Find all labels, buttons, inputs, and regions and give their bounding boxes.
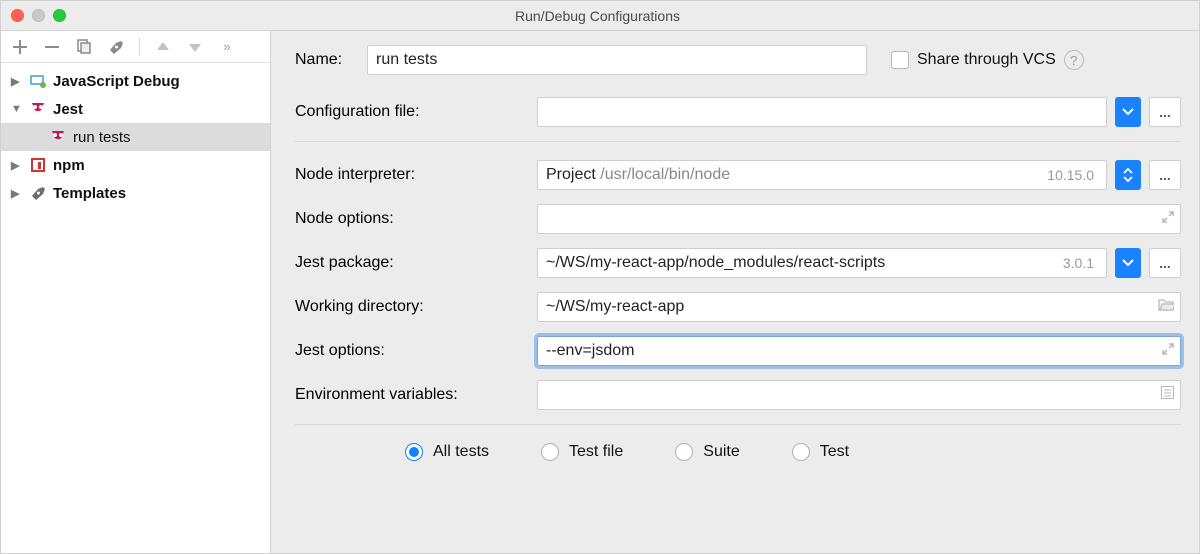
wrench-icon	[29, 184, 47, 202]
list-icon[interactable]	[1161, 386, 1174, 404]
node-interpreter-label: Node interpreter:	[295, 166, 525, 184]
close-icon[interactable]	[11, 9, 24, 22]
caret-right-icon: ▶	[11, 187, 23, 200]
radio-label: Test	[820, 443, 849, 461]
radio-suite[interactable]: Suite	[675, 443, 739, 461]
name-value: run tests	[376, 51, 437, 69]
jest-icon	[49, 128, 67, 146]
test-scope-radios: All tests Test file Suite Test	[295, 443, 1181, 461]
caret-down-icon: ▼	[11, 103, 23, 115]
tree-label: Jest	[53, 101, 83, 118]
config-file-input[interactable]	[537, 97, 1107, 127]
jest-package-browse-button[interactable]: ...	[1149, 248, 1181, 278]
share-vcs-label: Share through VCS	[917, 51, 1056, 69]
config-form: Name: run tests Share through VCS ? Conf…	[271, 31, 1199, 553]
node-interpreter-stepper[interactable]	[1115, 160, 1141, 190]
divider	[295, 424, 1181, 425]
expand-icon[interactable]	[1162, 210, 1174, 228]
overflow-icon[interactable]: »	[218, 38, 236, 56]
working-dir-value: ~/WS/my-react-app	[546, 298, 684, 316]
move-down-icon[interactable]	[186, 38, 204, 56]
tree-item-javascript-debug[interactable]: ▶ JavaScript Debug	[1, 67, 270, 95]
toolbar-separator	[139, 38, 140, 56]
folder-open-icon[interactable]	[1158, 298, 1174, 316]
radio-dot-icon	[675, 443, 693, 461]
radio-test[interactable]: Test	[792, 443, 849, 461]
node-interpreter-path: /usr/local/bin/node	[600, 166, 730, 184]
node-options-label: Node options:	[295, 210, 525, 228]
node-interpreter-version: 10.15.0	[1047, 167, 1098, 183]
working-dir-input[interactable]: ~/WS/my-react-app	[537, 292, 1181, 322]
jest-options-value: --env=jsdom	[546, 342, 634, 360]
tree-label: run tests	[73, 129, 131, 146]
radio-dot-icon	[405, 443, 423, 461]
minimize-icon[interactable]	[32, 9, 45, 22]
divider	[295, 141, 1181, 142]
remove-icon[interactable]	[43, 38, 61, 56]
config-file-browse-button[interactable]: ...	[1149, 97, 1181, 127]
copy-icon[interactable]	[75, 38, 93, 56]
node-interpreter-select[interactable]: Project /usr/local/bin/node 10.15.0	[537, 160, 1107, 190]
env-vars-label: Environment variables:	[295, 386, 525, 404]
radio-test-file[interactable]: Test file	[541, 443, 623, 461]
name-input[interactable]: run tests	[367, 45, 867, 75]
radio-dot-icon	[541, 443, 559, 461]
env-vars-input[interactable]	[537, 380, 1181, 410]
run-debug-config-window: Run/Debug Configurations	[0, 0, 1200, 554]
tree-item-templates[interactable]: ▶ Templates	[1, 179, 270, 207]
js-debug-icon	[29, 72, 47, 90]
window-title: Run/Debug Configurations	[66, 8, 1129, 24]
node-interpreter-prefix: Project	[546, 166, 596, 184]
caret-right-icon: ▶	[11, 159, 23, 172]
tree-label: npm	[53, 157, 85, 174]
caret-right-icon: ▶	[11, 75, 23, 88]
tree-item-npm[interactable]: ▶ npm	[1, 151, 270, 179]
share-vcs-checkbox[interactable]	[891, 51, 909, 69]
jest-icon	[29, 100, 47, 118]
radio-dot-icon	[792, 443, 810, 461]
config-tree: ▶ JavaScript Debug ▼ Jest	[1, 63, 270, 553]
help-icon[interactable]: ?	[1064, 50, 1084, 70]
working-dir-label: Working directory:	[295, 298, 525, 316]
jest-package-version: 3.0.1	[1063, 255, 1098, 271]
jest-package-input[interactable]: ~/WS/my-react-app/node_modules/react-scr…	[537, 248, 1107, 278]
radio-label: All tests	[433, 443, 489, 461]
add-icon[interactable]	[11, 38, 29, 56]
radio-all-tests[interactable]: All tests	[405, 443, 489, 461]
tree-item-run-tests[interactable]: run tests	[1, 123, 270, 151]
radio-label: Suite	[703, 443, 739, 461]
tree-item-jest[interactable]: ▼ Jest	[1, 95, 270, 123]
zoom-icon[interactable]	[53, 9, 66, 22]
titlebar: Run/Debug Configurations	[1, 1, 1199, 31]
settings-icon[interactable]	[107, 38, 125, 56]
node-options-input[interactable]	[537, 204, 1181, 234]
npm-icon	[29, 156, 47, 174]
node-interpreter-browse-button[interactable]: ...	[1149, 160, 1181, 190]
expand-icon[interactable]	[1162, 342, 1174, 360]
jest-package-label: Jest package:	[295, 254, 525, 272]
name-label: Name:	[295, 51, 355, 69]
tree-label: Templates	[53, 185, 126, 202]
config-file-dropdown[interactable]	[1115, 97, 1141, 127]
config-sidebar: » ▶ JavaScript Debug ▼ Jest	[1, 31, 271, 553]
jest-package-dropdown[interactable]	[1115, 248, 1141, 278]
window-controls	[11, 9, 66, 22]
jest-options-input[interactable]: --env=jsdom	[537, 336, 1181, 366]
config-file-label: Configuration file:	[295, 103, 525, 121]
sidebar-toolbar: »	[1, 31, 270, 63]
tree-label: JavaScript Debug	[53, 73, 180, 90]
radio-label: Test file	[569, 443, 623, 461]
jest-options-label: Jest options:	[295, 342, 525, 360]
jest-package-path: ~/WS/my-react-app/node_modules/react-scr…	[546, 254, 885, 272]
move-up-icon[interactable]	[154, 38, 172, 56]
